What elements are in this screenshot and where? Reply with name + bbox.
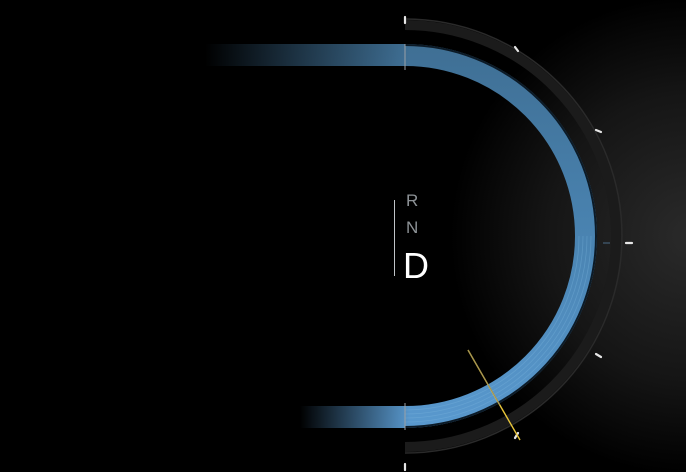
gear-option-r: R (406, 191, 419, 210)
gear-selector: R N D (394, 190, 454, 300)
gear-selector-divider (394, 200, 395, 276)
power-gauge (0, 0, 686, 472)
instrument-cluster-screen: R N D (0, 0, 686, 472)
gear-option-d-selected: D (403, 245, 429, 286)
gear-option-n: N (406, 218, 419, 237)
